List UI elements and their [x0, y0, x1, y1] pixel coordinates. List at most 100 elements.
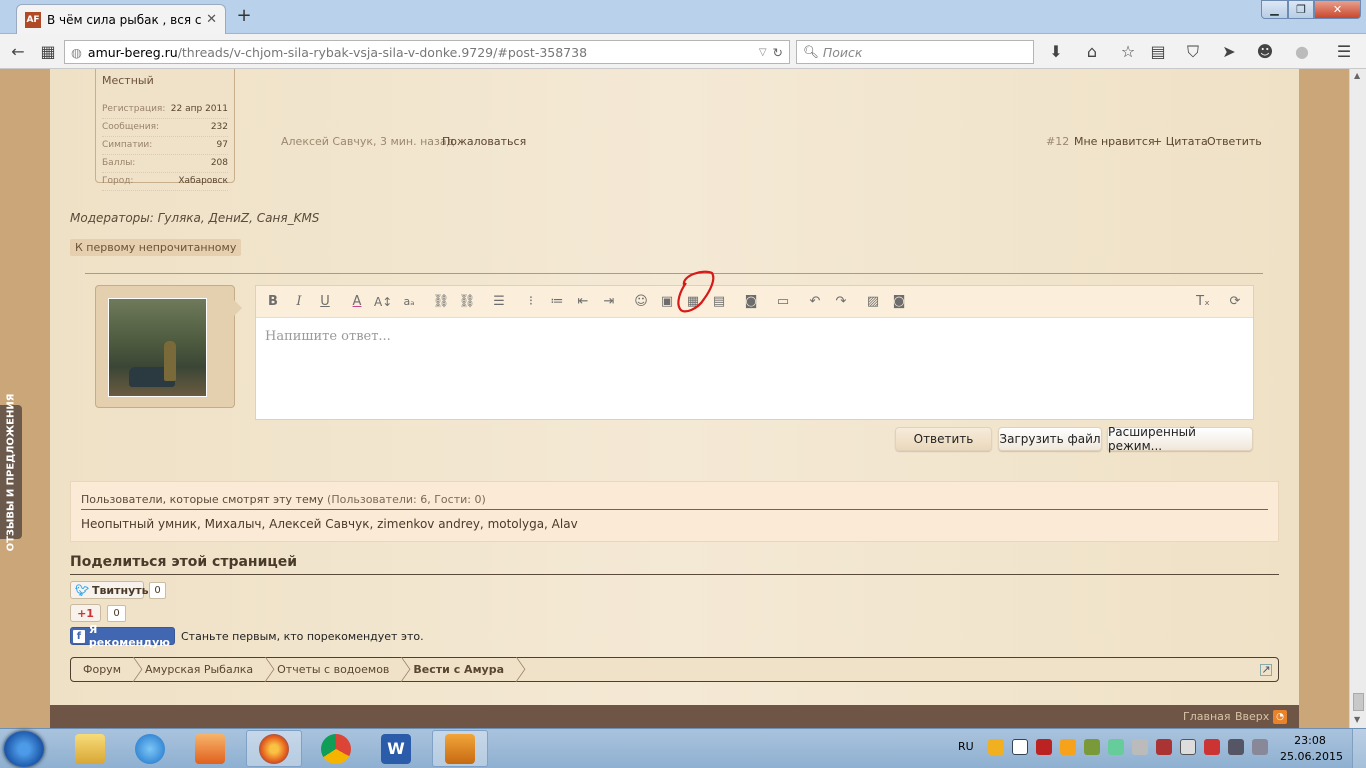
chat-icon[interactable]: ☻: [1255, 42, 1275, 62]
fb-recommend-button[interactable]: f Я рекомендую: [70, 623, 175, 649]
text-color-icon[interactable]: A: [348, 293, 366, 311]
footer-home-link[interactable]: Главная: [1183, 710, 1231, 723]
usb-icon[interactable]: [1180, 739, 1196, 755]
browser-tab[interactable]: AF В чём сила рыбак , вся си... ✕: [16, 4, 226, 34]
footer-top-link[interactable]: Вверх: [1235, 710, 1269, 723]
gallery-icon[interactable]: ▨: [864, 293, 882, 311]
cloud-icon[interactable]: [988, 739, 1004, 755]
rss-icon[interactable]: ◔: [1273, 710, 1287, 724]
page-scrollbar[interactable]: ▲ ▼: [1349, 69, 1366, 728]
remove-format-icon[interactable]: Tₓ: [1194, 293, 1212, 311]
post-author-time[interactable]: Алексей Савчук, 3 мин. назад: [281, 135, 454, 148]
font-size-icon[interactable]: A↕: [374, 293, 392, 311]
numbered-list-icon[interactable]: ≔: [548, 293, 566, 311]
smiley-icon[interactable]: ☺: [632, 293, 650, 311]
new-tab-button[interactable]: +: [234, 5, 254, 26]
close-window-button[interactable]: ✕: [1314, 0, 1361, 19]
bookmark-star-icon[interactable]: ☆: [1118, 42, 1138, 62]
tweet-button[interactable]: 🐦︎ Твитнуть: [70, 581, 149, 599]
person-shape: [164, 341, 176, 381]
editor-toolbar: B I U A A↕ aₐ ⛓ ⛓ ☰ ⁝ ≔ ⇤ ⇥ ☺ ▣ ▦ ▤ ◙ ▭ …: [256, 286, 1253, 318]
screenshot-icon[interactable]: ◙: [890, 293, 908, 311]
show-desktop-button[interactable]: [1352, 729, 1366, 768]
taskbar-media[interactable]: [182, 730, 238, 767]
tab-close-icon[interactable]: ✕: [206, 12, 217, 27]
taskbar-ie[interactable]: [122, 730, 178, 767]
toggle-bbcode-icon[interactable]: ⟳: [1226, 293, 1244, 311]
reply-editor[interactable]: B I U A A↕ aₐ ⛓ ⛓ ☰ ⁝ ≔ ⇤ ⇥ ☺ ▣ ▦ ▤ ◙ ▭ …: [255, 285, 1254, 420]
feedback-tab[interactable]: ОТЗЫВЫ И ПРЕДЛОЖЕНИЯ: [0, 393, 22, 551]
language-indicator[interactable]: RU: [958, 740, 974, 753]
monitor-icon[interactable]: [1228, 739, 1244, 755]
outdent-icon[interactable]: ⇤: [574, 293, 592, 311]
search-input[interactable]: 🔍︎ Поиск: [796, 40, 1034, 64]
taskbar-app[interactable]: [432, 730, 488, 767]
link-icon[interactable]: ⛓: [432, 293, 450, 311]
like-link[interactable]: Мне нравится: [1074, 135, 1155, 148]
tool-icon[interactable]: [1156, 739, 1172, 755]
bullet-list-icon[interactable]: ⁝: [522, 293, 540, 311]
indent-icon[interactable]: ⇥: [600, 293, 618, 311]
windows-icon[interactable]: [1012, 739, 1028, 755]
italic-icon[interactable]: I: [290, 293, 308, 311]
antivirus-icon[interactable]: [1036, 739, 1052, 755]
flag-icon[interactable]: [1204, 739, 1220, 755]
search-placeholder: Поиск: [822, 44, 863, 60]
first-unread-link[interactable]: К первому непрочитанному: [70, 239, 242, 256]
taskbar-word[interactable]: W: [368, 730, 424, 767]
download-icon[interactable]: ⬇: [1046, 42, 1066, 62]
save-draft-icon[interactable]: ▭: [774, 293, 792, 311]
scroll-down-icon[interactable]: ▼: [1354, 715, 1360, 724]
advanced-mode-button[interactable]: Расширенный режим...: [1107, 425, 1253, 453]
volume-icon[interactable]: [1252, 739, 1268, 755]
jump-icon[interactable]: ↗: [1260, 663, 1272, 676]
start-button[interactable]: [4, 731, 44, 767]
breadcrumb-item[interactable]: Отчеты с водоемов: [265, 657, 401, 682]
extension-icon[interactable]: ●: [1292, 42, 1312, 62]
maximize-button[interactable]: ❐: [1288, 0, 1314, 19]
scroll-up-icon[interactable]: ▲: [1354, 71, 1360, 80]
scrollbar-thumb[interactable]: [1353, 693, 1364, 711]
avatar-image: [108, 298, 207, 397]
library-icon[interactable]: ▦: [38, 42, 58, 62]
redo-icon[interactable]: ↷: [832, 293, 850, 311]
reply-button[interactable]: Ответить: [895, 427, 992, 451]
undo-icon[interactable]: ↶: [806, 293, 824, 311]
sound-icon[interactable]: [1132, 739, 1148, 755]
breadcrumb-item[interactable]: Вести с Амура: [401, 657, 516, 682]
back-icon[interactable]: ←: [8, 42, 28, 62]
gplus-button[interactable]: +1: [70, 604, 101, 622]
menu-icon[interactable]: ☰: [1334, 42, 1354, 62]
pocket-icon[interactable]: ⛉: [1183, 42, 1203, 62]
report-link[interactable]: Пожаловаться: [442, 135, 526, 148]
clock[interactable]: 23:08 25.06.2015: [1280, 733, 1343, 765]
bold-icon[interactable]: B: [264, 293, 282, 311]
dropdown-icon[interactable]: ▽: [759, 47, 767, 58]
feedback-tab-label: ОТЗЫВЫ И ПРЕДЛОЖЕНИЯ: [5, 393, 17, 551]
reload-icon[interactable]: ↻: [773, 45, 783, 60]
address-bar[interactable]: ◍ amur-bereg.ru/threads/v-chjom-sila-ryb…: [64, 40, 790, 64]
send-icon[interactable]: ➤: [1219, 42, 1239, 62]
taskbar-chrome[interactable]: [308, 730, 364, 767]
avatar[interactable]: [95, 285, 242, 408]
breadcrumb-item[interactable]: Форум: [71, 657, 133, 682]
unlink-icon[interactable]: ⛓: [458, 293, 476, 311]
camera-icon[interactable]: ◙: [742, 293, 760, 311]
bookmarks-icon[interactable]: ▤: [1148, 42, 1168, 62]
security-icon[interactable]: [1060, 739, 1076, 755]
breadcrumb-item[interactable]: Амурская Рыбалка: [133, 657, 265, 682]
post-number[interactable]: #12: [1046, 135, 1069, 148]
upload-file-button[interactable]: Загрузить файл: [998, 427, 1102, 451]
watchers-list[interactable]: Неопытный умник, Михалыч, Алексей Савчук…: [81, 517, 578, 531]
taskbar-firefox[interactable]: [246, 730, 302, 767]
align-icon[interactable]: ☰: [490, 293, 508, 311]
minimize-button[interactable]: ▁: [1261, 0, 1288, 19]
network-share-icon[interactable]: [1084, 739, 1100, 755]
home-icon[interactable]: ⌂: [1082, 42, 1102, 62]
quote-link[interactable]: + Цитата: [1153, 135, 1208, 148]
font-family-icon[interactable]: aₐ: [400, 293, 418, 311]
taskbar-explorer[interactable]: [62, 730, 118, 767]
check-icon[interactable]: [1108, 739, 1124, 755]
reply-link[interactable]: Ответить: [1207, 135, 1262, 148]
underline-icon[interactable]: U: [316, 293, 334, 311]
